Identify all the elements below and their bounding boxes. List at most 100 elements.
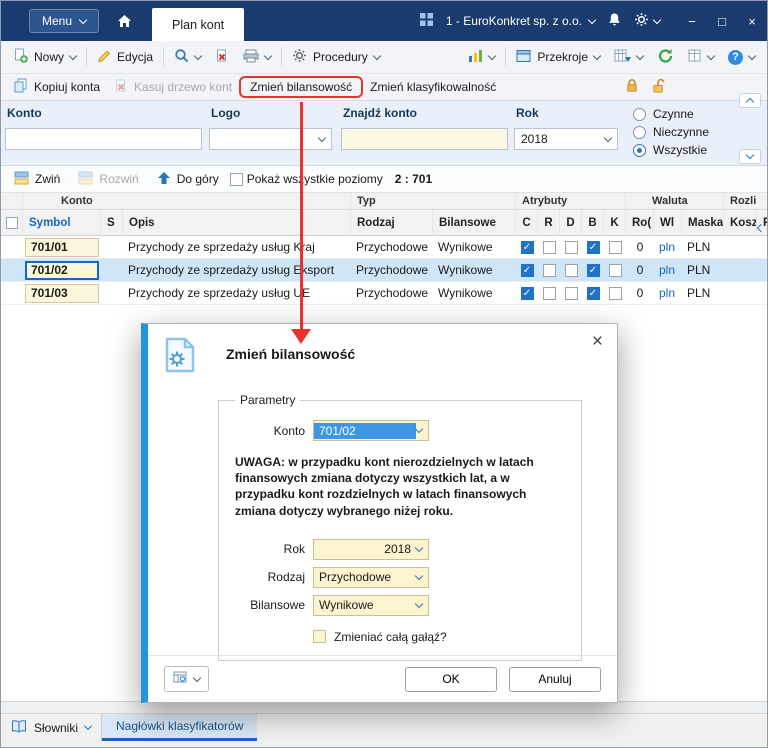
header-koszty[interactable]: Kosz: [724, 210, 757, 236]
header-b[interactable]: B: [582, 210, 604, 236]
grid-arrow-button[interactable]: [607, 46, 650, 69]
attr-k-checkbox[interactable]: [608, 286, 622, 300]
kasuj-drzewo-button[interactable]: Kasuj drzewo kont: [107, 76, 239, 99]
symbol-value[interactable]: 701/03: [25, 283, 99, 303]
minimize-button[interactable]: −: [677, 1, 707, 41]
zmien-bilansowosc-button[interactable]: Zmień bilansowość: [239, 76, 364, 98]
symbol-value[interactable]: 701/01: [25, 237, 99, 257]
header-r[interactable]: R: [538, 210, 560, 236]
close-icon[interactable]: ×: [592, 332, 603, 351]
radio-czynne[interactable]: Czynne: [633, 107, 709, 121]
branch-checkbox[interactable]: [313, 630, 326, 644]
cell-symbol[interactable]: 701/01: [23, 236, 101, 259]
header-c[interactable]: C: [516, 210, 538, 236]
cell-k: [604, 259, 626, 282]
select-all-checkbox[interactable]: [5, 216, 18, 229]
header-wl[interactable]: Wl: [654, 210, 682, 236]
attr-r-checkbox[interactable]: [542, 240, 556, 254]
cell-symbol[interactable]: 701/03: [23, 282, 101, 305]
company-selector[interactable]: 1 - EuroKonkret sp. z o.o.: [446, 14, 597, 28]
cell-symbol[interactable]: 701/02: [23, 259, 101, 282]
close-button[interactable]: ×: [737, 1, 767, 41]
table-row[interactable]: 701/02 Przychody ze sprzedaży usług Eksp…: [1, 259, 767, 282]
table-row[interactable]: 701/01 Przychody ze sprzedaży usług Kraj…: [1, 236, 767, 259]
maximize-button[interactable]: □: [707, 1, 737, 41]
bell-icon[interactable]: [608, 12, 621, 30]
nowy-button[interactable]: Nowy: [6, 45, 83, 69]
attr-r-checkbox[interactable]: [542, 263, 556, 277]
chart-button[interactable]: [461, 46, 502, 69]
kopiuj-konta-button[interactable]: Kopiuj konta: [6, 75, 107, 99]
print-button[interactable]: [236, 46, 278, 69]
slowniki-button[interactable]: Słowniki: [1, 714, 103, 741]
do-gory-button[interactable]: Do góry: [150, 168, 226, 191]
zwin-button[interactable]: Zwiń: [7, 168, 67, 191]
cell-k: [604, 236, 626, 259]
rodzaj-combo[interactable]: Przychodowe: [313, 566, 429, 588]
znajdz-konto-input[interactable]: [341, 128, 508, 150]
ok-button[interactable]: OK: [405, 666, 497, 692]
edycja-button[interactable]: Edycja: [90, 46, 160, 69]
search-button[interactable]: [167, 45, 208, 69]
attr-d-checkbox[interactable]: [564, 286, 578, 300]
anuluj-button[interactable]: Anuluj: [509, 666, 601, 692]
header-opis[interactable]: Opis: [123, 210, 351, 236]
tab-naglowki-klasyfikatorow[interactable]: Nagłówki klasyfikatorów: [102, 714, 258, 741]
rok-filter-combo[interactable]: 2018: [514, 128, 618, 150]
dialog-options-button[interactable]: [164, 666, 209, 692]
menu-button[interactable]: Menu: [29, 9, 100, 33]
layout-button[interactable]: [681, 46, 721, 69]
rozwin-button[interactable]: Rozwiń: [71, 168, 145, 191]
tab-plan-kont[interactable]: Plan kont: [152, 8, 245, 41]
konto-filter-input[interactable]: [5, 128, 202, 150]
attr-c-checkbox[interactable]: [520, 286, 534, 300]
attr-k-checkbox[interactable]: [608, 263, 622, 277]
attr-d-checkbox[interactable]: [564, 263, 578, 277]
apps-grid-icon[interactable]: [419, 13, 433, 29]
attr-c-checkbox[interactable]: [520, 263, 534, 277]
table-row[interactable]: 701/03 Przychody ze sprzedaży usług UE P…: [1, 282, 767, 305]
settings-button[interactable]: [634, 12, 662, 30]
header-maska[interactable]: Maska: [682, 210, 724, 236]
attr-c-checkbox[interactable]: [520, 240, 534, 254]
home-icon[interactable]: [117, 14, 132, 28]
refresh-button[interactable]: [650, 45, 681, 70]
lock-open-icon[interactable]: [651, 78, 667, 96]
cell-c: [516, 259, 538, 282]
attr-b-checkbox[interactable]: [586, 286, 600, 300]
attr-d-checkbox[interactable]: [564, 240, 578, 254]
header-rok[interactable]: Ro(: [626, 210, 654, 236]
symbol-value[interactable]: 701/02: [25, 260, 99, 280]
header-bilansowe[interactable]: Bilansowe: [433, 210, 516, 236]
lock-closed-icon[interactable]: [625, 78, 639, 96]
zmien-klasyfikowalnosc-button[interactable]: Zmień klasyfikowalność: [363, 77, 503, 97]
radio-nieczynne[interactable]: Nieczynne: [633, 125, 709, 139]
attr-b-checkbox[interactable]: [586, 263, 600, 277]
rok-combo[interactable]: 2018: [313, 538, 429, 560]
kopiuj-konta-label: Kopiuj konta: [34, 80, 101, 94]
header-s[interactable]: S: [101, 210, 123, 236]
pokaz-poziomy-checkbox[interactable]: [229, 172, 243, 186]
header-rodzaj[interactable]: Rodzaj: [351, 210, 433, 236]
konto-combo[interactable]: 701/02: [313, 420, 429, 441]
header-symbol[interactable]: Symbol: [23, 210, 101, 236]
delete-button[interactable]: [208, 46, 236, 69]
procedury-button[interactable]: Procedury: [285, 45, 387, 69]
attr-k-checkbox[interactable]: [608, 240, 622, 254]
radio-wszystkie[interactable]: Wszystkie: [633, 143, 709, 157]
filter-collapse-button[interactable]: [739, 149, 761, 164]
attr-b-checkbox[interactable]: [586, 240, 600, 254]
cell-opis: Przychody ze sprzedaży usług Eksport: [123, 259, 351, 282]
help-button[interactable]: ?: [721, 47, 762, 68]
chevron-down-icon: [603, 133, 613, 142]
attr-r-checkbox[interactable]: [542, 286, 556, 300]
chevron-down-icon: [414, 543, 424, 552]
ribbon-collapse-button[interactable]: [739, 93, 761, 108]
konto-row: Konto 701/02: [233, 420, 567, 441]
przekroje-button[interactable]: Przekroje: [509, 46, 607, 69]
logo-filter-combo[interactable]: [209, 128, 332, 150]
bilansowe-combo[interactable]: Wynikowe: [313, 594, 429, 616]
header-k[interactable]: K: [604, 210, 626, 236]
pin-columns-icon[interactable]: [756, 220, 766, 234]
header-d[interactable]: D: [560, 210, 582, 236]
